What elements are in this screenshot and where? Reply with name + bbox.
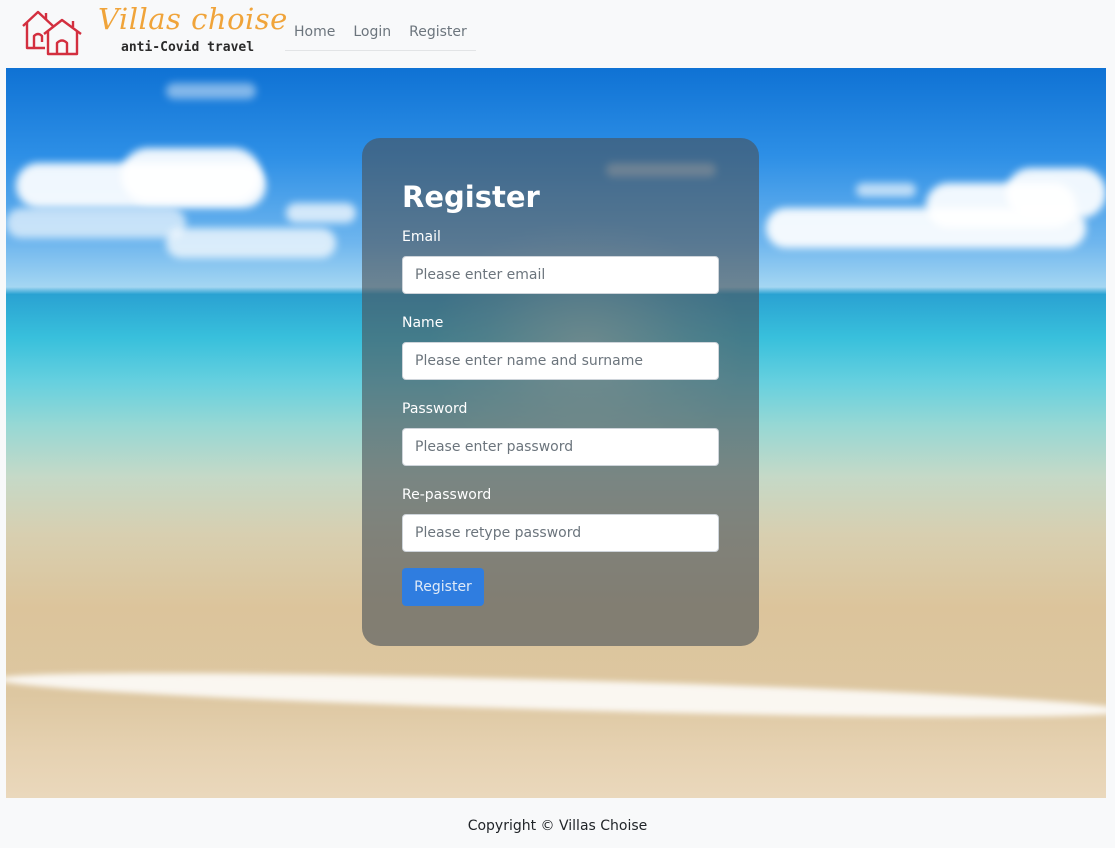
register-heading: Register: [402, 180, 540, 214]
navbar: Villas choise anti-Covid travel Home Log…: [0, 0, 1115, 68]
email-input[interactable]: [402, 256, 719, 294]
password-input[interactable]: [402, 428, 719, 466]
nav-register-link[interactable]: Register: [409, 24, 467, 40]
cloud-shape: [121, 148, 261, 203]
brand-name: Villas choise: [98, 2, 288, 36]
nav-login-link[interactable]: Login: [353, 24, 391, 40]
copyright-text: Copyright © Villas Choise: [467, 818, 648, 834]
cloud-shape: [166, 228, 336, 258]
email-label: Email: [402, 229, 441, 245]
repassword-label: Re-password: [402, 487, 492, 503]
main-nav: Home Login Register: [285, 14, 476, 51]
nav-home-link[interactable]: Home: [294, 24, 335, 40]
cloud-shape: [1006, 168, 1106, 218]
repassword-input[interactable]: [402, 514, 719, 552]
cloud-shape: [166, 83, 256, 99]
name-label: Name: [402, 315, 444, 331]
houses-icon[interactable]: [20, 4, 84, 56]
name-input[interactable]: [402, 342, 719, 380]
brand-tagline: anti-Covid travel: [121, 40, 255, 55]
cloud-shape: [286, 203, 356, 223]
register-card: Register Email Name Password Re-password…: [362, 138, 759, 646]
wave-foam: [6, 664, 1106, 726]
cloud-shape: [6, 208, 186, 238]
password-label: Password: [402, 401, 468, 417]
footer: Copyright © Villas Choise: [0, 798, 1115, 848]
register-submit-button[interactable]: Register: [402, 568, 484, 606]
cloud-shape: [856, 183, 916, 197]
